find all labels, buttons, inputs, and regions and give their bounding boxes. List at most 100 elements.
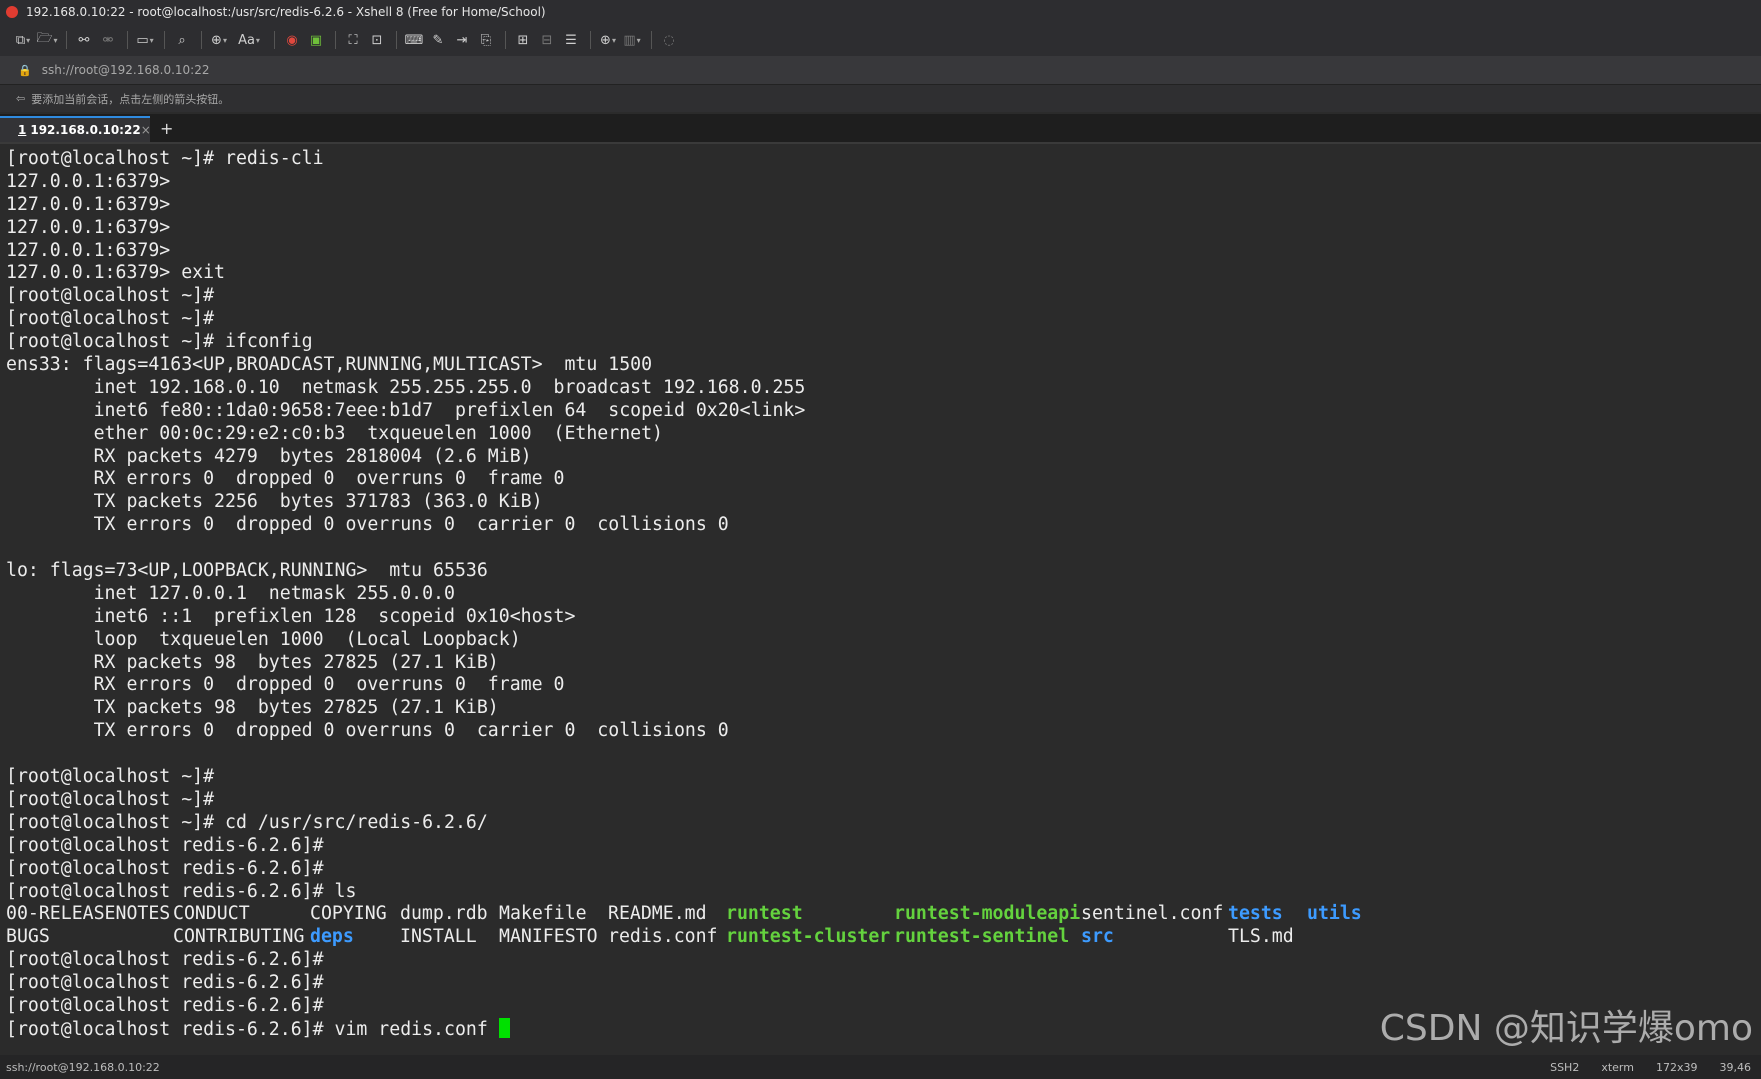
ls-file: README.md xyxy=(608,903,707,925)
ls-directory: src xyxy=(1081,926,1114,948)
toolbar-divider xyxy=(164,31,165,49)
font-icon[interactable]: Aa xyxy=(232,29,266,51)
terminal-line: 127.0.0.1:6379> xyxy=(6,170,171,192)
ls-executable: runtest xyxy=(726,903,803,925)
ls-executable: runtest-cluster xyxy=(726,926,891,948)
title-bar: 192.168.0.10:22 - root@localhost:/usr/sr… xyxy=(0,0,1761,24)
ls-file: CONTRIBUTING xyxy=(173,926,305,948)
terminal-lines: [root@localhost ~]# redis-cli 127.0.0.1:6… xyxy=(6,148,1761,903)
terminal-line: inet 127.0.0.1 netmask 255.0.0.0 xyxy=(6,582,455,604)
tab-session-1[interactable]: 1 192.168.0.10:22 × xyxy=(0,116,151,142)
keyboard-icon[interactable]: ⌨ xyxy=(403,29,425,51)
terminal-line: RX packets 4279 bytes 2818004 (2.6 MiB) xyxy=(6,445,532,467)
script-icon[interactable]: ⎘ xyxy=(475,29,497,51)
status-cursor-pos: 39,46 xyxy=(1719,1060,1752,1074)
terminal-line: 127.0.0.1:6379> exit xyxy=(6,262,225,284)
terminal-line: [root@localhost redis-6.2.6]# ls xyxy=(6,880,357,902)
toolbar-divider xyxy=(335,31,336,49)
terminal-line: [root@localhost ~]# xyxy=(6,308,215,330)
xftp-icon[interactable]: ▣ xyxy=(305,29,327,51)
tab-index: 1 xyxy=(18,123,27,137)
status-protocol: SSH2 xyxy=(1550,1060,1580,1074)
terminal-line: RX errors 0 dropped 0 overruns 0 frame 0 xyxy=(6,468,565,490)
terminal-line: [root@localhost redis-6.2.6]# xyxy=(6,949,324,971)
toolbar-divider xyxy=(590,31,591,49)
layout-icon[interactable]: ▥ xyxy=(621,29,643,51)
terminal-line: inet6 ::1 prefixlen 128 scopeid 0x10<hos… xyxy=(6,605,576,627)
search-icon[interactable]: ⌕ xyxy=(171,29,193,51)
compose-icon[interactable]: ✎ xyxy=(427,29,449,51)
open-folder-icon[interactable]: 🗁 xyxy=(36,29,58,51)
terminal-line: [root@localhost ~]# xyxy=(6,788,215,810)
toolbar-divider xyxy=(201,31,202,49)
terminal-line: [root@localhost redis-6.2.6]# xyxy=(6,857,324,879)
add-tab-button[interactable]: + xyxy=(160,119,173,138)
terminal-cursor xyxy=(498,1017,510,1038)
session-bar-icon[interactable]: ⇦ xyxy=(16,92,25,105)
ls-file: CONDUCT xyxy=(173,903,250,925)
terminal-line: loop txqueuelen 1000 (Local Loopback) xyxy=(6,628,521,650)
terminal-output[interactable]: [root@localhost ~]# redis-cli 127.0.0.1:6… xyxy=(0,144,1761,1052)
ls-directory: utils xyxy=(1307,903,1362,925)
terminal-line: RX errors 0 dropped 0 overruns 0 frame 0 xyxy=(6,674,565,696)
ls-file xyxy=(1307,926,1387,949)
new-session-icon[interactable]: ⧉ xyxy=(12,29,34,51)
session-hint-text: 要添加当前会话，点击左侧的箭头按钮。 xyxy=(31,92,230,106)
terminal-line: TX packets 98 bytes 27825 (27.1 KiB) xyxy=(6,697,499,719)
terminal-line: [root@localhost ~]# redis-cli xyxy=(6,148,324,169)
terminal-line: [root@localhost ~]# cd /usr/src/redis-6.… xyxy=(6,811,488,833)
log-icon[interactable]: ⊟ xyxy=(536,29,558,51)
fullscreen-icon[interactable]: ⛶ xyxy=(342,29,364,51)
terminal-line: inet 192.168.0.10 netmask 255.255.255.0 … xyxy=(6,376,806,398)
notes-icon[interactable]: ☰ xyxy=(560,29,582,51)
add-icon[interactable]: ⊕ xyxy=(597,29,619,51)
ls-file: sentinel.conf xyxy=(1081,903,1224,925)
terminal-line: inet6 fe80::1da0:9658:7eee:b1d7 prefixle… xyxy=(6,399,806,421)
address-bar[interactable]: 🔒 ssh://root@192.168.0.10:22 xyxy=(0,56,1761,85)
ls-file: 00-RELEASENOTES xyxy=(6,903,171,925)
ls-file: redis.conf xyxy=(608,926,718,948)
globe-icon[interactable]: ⊕ xyxy=(208,29,230,51)
ls-executable: runtest-moduleapi xyxy=(894,903,1081,925)
terminal-line: [root@localhost redis-6.2.6]# xyxy=(6,834,324,856)
ls-file: TLS.md xyxy=(1228,926,1294,948)
lock-icon[interactable]: ⊡ xyxy=(366,29,388,51)
xshell-logo-icon xyxy=(6,6,18,18)
address-url[interactable]: ssh://root@192.168.0.10:22 xyxy=(42,63,210,77)
shell-prompt: [root@localhost redis-6.2.6]# xyxy=(6,1018,335,1040)
tunnel-icon[interactable]: ⊞ xyxy=(512,29,534,51)
terminal-line: [root@localhost ~]# ifconfig xyxy=(6,331,313,353)
tab-bar: 1 192.168.0.10:22 × + xyxy=(0,114,1761,144)
terminal-line: 127.0.0.1:6379> xyxy=(6,239,171,261)
ls-directory: deps xyxy=(310,926,354,948)
xshell-icon[interactable]: ◉ xyxy=(281,29,303,51)
terminal-line: ether 00:0c:29:e2:c0:b3 txqueuelen 1000 … xyxy=(6,422,663,444)
terminal-line: 127.0.0.1:6379> xyxy=(6,216,171,238)
terminal-line: [root@localhost redis-6.2.6]# xyxy=(6,972,324,994)
transfer-icon[interactable]: ⇥ xyxy=(451,29,473,51)
ls-executable: runtest-sentinel xyxy=(894,926,1070,948)
ls-file: MANIFESTO xyxy=(499,926,598,948)
ls-file: Makefile xyxy=(499,903,587,925)
ls-file: COPYING xyxy=(310,903,387,925)
tab-close-icon[interactable]: × xyxy=(141,123,151,137)
connect-icon[interactable]: ⚯ xyxy=(73,29,95,51)
status-bar: ssh://root@192.168.0.10:22 SSH2 xterm 17… xyxy=(0,1055,1761,1079)
help-icon[interactable]: ◌ xyxy=(658,29,680,51)
toolbar-divider xyxy=(127,31,128,49)
terminal-line: [root@localhost ~]# xyxy=(6,285,215,307)
new-tab-icon[interactable]: ▭ xyxy=(134,29,156,51)
disconnect-icon[interactable]: ⚮ xyxy=(97,29,119,51)
terminal-line: TX errors 0 dropped 0 overruns 0 carrier… xyxy=(6,514,729,536)
ls-file: dump.rdb xyxy=(400,903,488,925)
toolbar-divider xyxy=(66,31,67,49)
terminal-line: [root@localhost ~]# xyxy=(6,766,215,788)
csdn-watermark: CSDN @知识学爆omo xyxy=(1379,1008,1753,1049)
command-input[interactable]: vim redis.conf xyxy=(335,1019,499,1040)
window-title: 192.168.0.10:22 - root@localhost:/usr/sr… xyxy=(26,5,546,19)
ls-directory: tests xyxy=(1228,903,1283,925)
terminal-line: ens33: flags=4163<UP,BROADCAST,RUNNING,M… xyxy=(6,354,653,376)
toolbar: ⧉ 🗁 ⚯ ⚮ ▭ ⌕ ⊕ Aa ◉ ▣ ⛶ ⊡ ⌨ ✎ ⇥ ⎘ ⊞ ⊟ ☰ ⊕… xyxy=(0,24,1761,56)
tab-label: 192.168.0.10:22 xyxy=(30,123,141,137)
